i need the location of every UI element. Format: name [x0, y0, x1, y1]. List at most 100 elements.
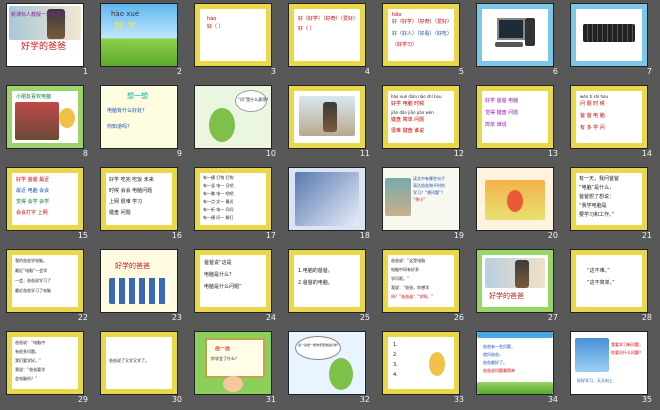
- grass-strip: [477, 382, 553, 394]
- slide-number: 35: [641, 395, 652, 404]
- slide-31-line-1: 画一画: [215, 346, 231, 352]
- slide-21-line-1: 有一天，我问爸爸: [579, 176, 620, 182]
- slide-12-line-3: jiàn dān jiān pán wèn: [391, 110, 434, 115]
- slide-thumbnail-2[interactable]: hào xué 好 学 2: [94, 0, 188, 82]
- slide-34-line-3: 爸爸最好了。: [483, 360, 507, 365]
- slide-thumbnail-7[interactable]: 7: [564, 0, 658, 82]
- slide-number: 14: [641, 149, 652, 158]
- father-figure: [323, 102, 337, 132]
- slide-thumbnail-3[interactable]: hào 好（ ） 3: [188, 0, 282, 82]
- slide-26-line-4: 我说：“爸爸，你想学: [391, 285, 430, 290]
- slide-thumbnail-1[interactable]: 新课标人教版一年级语文 好学的爸爸 1: [0, 0, 94, 82]
- slide-thumbnail-5[interactable]: hǎo 好（好学）（好奇）（爱好） 好（好人）（好看）（好吃） （好学习） 5: [376, 0, 470, 82]
- slide-25-line-1: 1.电脑的爸爸。: [298, 268, 333, 274]
- slide-17-line-3: 有一撇 电一 吧吧: [203, 191, 234, 196]
- slide-thumbnail-14[interactable]: wèn tí shí hou 问 题 时 候 爸 爸 电 脑 有 多 学 问 1…: [564, 82, 658, 164]
- word-cards-row: [109, 278, 169, 304]
- slide-thumbnail-22[interactable]: 我的爸爸学电脑， 最近“电脑”一会学 一会，爸爸说学习了 最近爸爸学习了电脑 2…: [0, 246, 94, 328]
- slide-thumbnail-26[interactable]: 爸爸说：“这是电脑 电脑中间有好多 学问呢。” 我说：“爸爸，你想学 吗？”爸爸…: [376, 246, 470, 328]
- slide-thumbnail-27[interactable]: 好学的爸爸 27: [470, 246, 564, 328]
- slide-thumbnail-35[interactable]: 我要学习新问题， 你要问什么问题？ 好好学习，天天向上 35: [564, 328, 658, 410]
- children-photo: [15, 102, 59, 140]
- slide-19-preview: 读文中有哪些句子 表达爸爸和平时的 学习？“想问题”？ “举小”: [382, 167, 460, 231]
- slide-17-line-2: 有一竖 电一 日吧: [203, 183, 234, 188]
- slide-4-preview: 好（好学）（好奇）（爱好） 好（ ）: [288, 3, 366, 67]
- slide-thumbnail-18[interactable]: 18: [282, 164, 376, 246]
- slide-number: 25: [359, 313, 370, 322]
- slide-number: 34: [547, 395, 558, 404]
- slide-thumbnail-25[interactable]: 1.电脑的爸爸。 2.爸爸的电脑。 25: [282, 246, 376, 328]
- slide-thumbnail-30[interactable]: 爸爸说了又学又学了。 30: [94, 328, 188, 410]
- slide-thumbnail-12[interactable]: hào xué diàn nǎo shí hou 好学 电脑 时候 jiàn d…: [376, 82, 470, 164]
- slide-thumbnail-28[interactable]: “这不难。” “这不简单。” 28: [564, 246, 658, 328]
- slide-number: 24: [265, 313, 276, 322]
- slide-29-line-2: 有很多问题。: [15, 349, 39, 354]
- slide-17-preview: 有一横 打钩 打钩 有一竖 电一 日吧 有一撇 电一 吧吧 有一点 文一 最近 …: [194, 167, 272, 231]
- slide-thumbnail-29[interactable]: 爸爸说：“电脑中 有很多问题。 我们要学好。” 我说：“爸爸要学 会电脑吗？” …: [0, 328, 94, 410]
- cartoon-child-icon: [429, 352, 445, 376]
- slide-number: 16: [171, 231, 182, 240]
- slide-34-line-4: 爸爸说问题最简单: [483, 368, 515, 373]
- slide-thumbnail-13[interactable]: 好学 爸爸 电脑 觉得 键盘 问题 简单 谁说 13: [470, 82, 564, 164]
- slide-thumbnail-9[interactable]: 想一想 电脑有什么好处？ 你知道吗？ 9: [94, 82, 188, 164]
- slide-number: 29: [77, 395, 88, 404]
- slide-17-line-4: 有一点 文一 最近: [203, 199, 234, 204]
- slide-number: 9: [176, 149, 182, 158]
- slide-31-line-2: 你学会了什么？: [211, 356, 239, 361]
- slide-20-preview: [476, 167, 554, 231]
- slide-number: 32: [359, 395, 370, 404]
- keyboard-icon: [583, 24, 635, 42]
- slide-thumbnail-21[interactable]: 有一天，我问爸爸 “电脑”是什么， 爸爸想了想说： “我学电脑是 要学习和工作。…: [564, 164, 658, 246]
- slide-33-line-3: 3.: [393, 362, 398, 368]
- slide-thumbnail-23[interactable]: 好学的爸爸 23: [94, 246, 188, 328]
- slide-number: 7: [646, 67, 652, 76]
- slide-thumbnail-4[interactable]: 好（好学）（好奇）（爱好） 好（ ） 4: [282, 0, 376, 82]
- slide-thumbnail-32[interactable]: 读一读想一想你家里谁最好学？ 32: [282, 328, 376, 410]
- slide-thumbnail-17[interactable]: 有一横 打钩 打钩 有一竖 电一 日吧 有一撇 电一 吧吧 有一点 文一 最近 …: [188, 164, 282, 246]
- slide-number: 20: [547, 231, 558, 240]
- cartoon-child-icon: [209, 108, 235, 142]
- slide-22-line-2: 最近“电脑”一会学: [15, 268, 48, 273]
- slide-17-line-1: 有一横 打钩 打钩: [203, 175, 234, 180]
- slide-thumbnail-15[interactable]: 好学 爸爸 最近 最近 电脑 会会 觉得 会学 会学 会会打字 上网 15: [0, 164, 94, 246]
- slide-14-line-4: 有 多 学 问: [580, 125, 605, 131]
- top-banner: [477, 332, 553, 338]
- slide-number: 17: [265, 231, 276, 240]
- slide-18-preview: [288, 167, 366, 231]
- slide-number: 2: [176, 67, 182, 76]
- slide-4-line-2: 好（ ）: [298, 26, 315, 32]
- slide-33-line-2: 2.: [393, 352, 398, 358]
- slide-35-line-1: 我要学习新问题，: [611, 342, 643, 347]
- slide-12-line-5: 很难 键盘 谁说: [391, 128, 425, 134]
- slide-number: 13: [547, 149, 558, 158]
- slide-thumbnail-11[interactable]: 11: [282, 82, 376, 164]
- slide-number: 27: [547, 313, 558, 322]
- cartoon-boy-icon: [59, 108, 75, 128]
- slide-7-preview: [570, 3, 648, 67]
- slide-13-preview: 好学 爸爸 电脑 觉得 键盘 问题 简单 谁说: [476, 85, 554, 149]
- slide-29-line-5: 会电脑吗？”: [15, 376, 38, 381]
- slide-thumbnail-16[interactable]: 好学 吃完 吃饭 未来 时候 会会 电脑问题 上网 很难 学习 键盘 问题 16: [94, 164, 188, 246]
- slide-thumbnail-8[interactable]: 小朋友喜欢电脑 8: [0, 82, 94, 164]
- slide-thumbnail-33[interactable]: 1. 2. 3. 4. 33: [376, 328, 470, 410]
- slide-12-preview: hào xué diàn nǎo shí hou 好学 电脑 时候 jiàn d…: [382, 85, 460, 149]
- slide-28-line-1: “这不难。”: [587, 268, 610, 274]
- slide-thumbnail-20[interactable]: 20: [470, 164, 564, 246]
- slide-thumbnail-31[interactable]: 画一画 你学会了什么？ 31: [188, 328, 282, 410]
- slide-thumbnail-19[interactable]: 读文中有哪些句子 表达爸爸和平时的 学习？“想问题”？ “举小” 19: [376, 164, 470, 246]
- slide-35-line-2: 你要问什么问题？: [611, 350, 643, 355]
- father-figure: [515, 260, 529, 288]
- slide-14-line-2: 问 题 时 候: [580, 101, 605, 107]
- slide-thumbnail-6[interactable]: 6: [470, 0, 564, 82]
- slide-5-line-1: 好（好学）（好奇）（爱好）: [392, 19, 453, 25]
- cartoon-child-icon: [507, 190, 523, 212]
- slide-3-pinyin: hào: [207, 16, 217, 22]
- slide-15-line-2: 最近 电脑 会会: [16, 188, 50, 194]
- father-photo: [385, 178, 411, 216]
- slide-thumbnail-34[interactable]: 爸爸有一些问题， 就问爸爸， 爸爸最好了。 爸爸说问题最简单 34: [470, 328, 564, 410]
- slide-thumbnail-10[interactable]: “问”是什么意思？ 10: [188, 82, 282, 164]
- slide-thumbnail-24[interactable]: 爸爸说“这是 电脑是什么？ 电脑是什么问题” 24: [188, 246, 282, 328]
- slide-26-line-3: 学问呢。”: [391, 276, 410, 281]
- computer-monitor-icon: [497, 18, 525, 40]
- slide-9-title: 想一想: [127, 92, 148, 100]
